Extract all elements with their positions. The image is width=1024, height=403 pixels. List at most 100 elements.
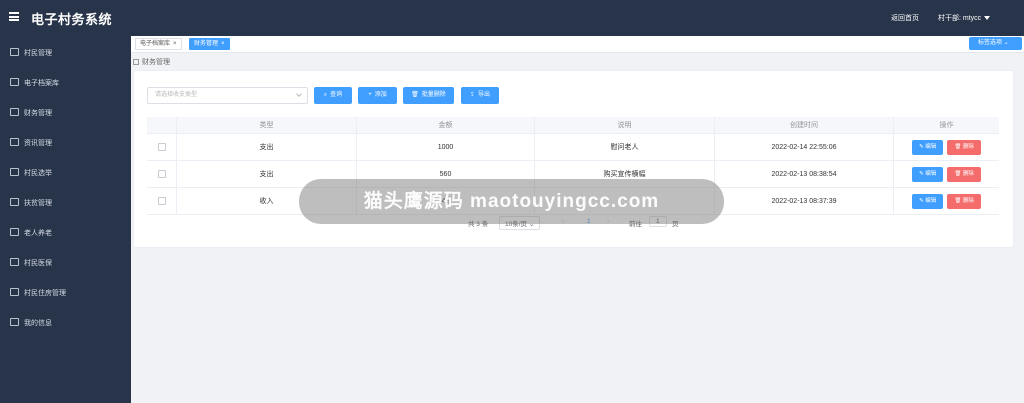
cell-created: 2022-02-13 08:37:39 — [715, 188, 894, 214]
edit-label: 编辑 — [925, 143, 937, 150]
edit-button[interactable]: ✎ 编辑 — [912, 139, 944, 155]
sidebar-item-my-info[interactable]: 我的信息 — [0, 307, 131, 337]
sidebar-item-label: 财务管理 — [24, 110, 52, 117]
delete-button[interactable]: 🗑 删除 — [947, 139, 981, 155]
column-header-created: 创建时间 — [715, 117, 894, 133]
tab-finance[interactable]: 财务管理 × — [189, 38, 230, 50]
batch-delete-button[interactable]: 🗑 批量删除 — [403, 87, 454, 104]
top-bar: 电子村务系统 返回首页 村干部: mtycc — [0, 0, 1024, 36]
close-icon[interactable]: × — [173, 41, 177, 47]
sidebar-item-insurance[interactable]: 村民医保 — [0, 247, 131, 277]
add-button[interactable]: + 添加 — [358, 87, 397, 104]
table-header: 类型 金额 说明 创建时间 操作 — [147, 117, 999, 134]
tab-archives[interactable]: 电子档案库 × — [135, 38, 182, 50]
row-checkbox-cell — [147, 134, 177, 160]
watermark-overlay: 猫头鹰源码 maotouyingcc.com — [299, 179, 724, 224]
type-select[interactable]: 请选择收支类型 — [147, 87, 308, 104]
batch-delete-label: 批量删除 — [421, 92, 446, 98]
sidebar: 村民管理 电子档案库 财务管理 资讯管理 村民选举 扶贫管理 老人养老 村民医保… — [0, 36, 131, 403]
type-select-placeholder: 请选择收支类型 — [155, 92, 198, 98]
medical-icon — [10, 258, 19, 266]
house-icon — [10, 288, 19, 296]
sidebar-item-villagers[interactable]: 村民管理 — [0, 37, 131, 67]
export-icon: ⇪ — [469, 92, 475, 98]
user-menu[interactable]: 村干部: mtycc — [938, 13, 991, 23]
tab-label: 电子档案库 — [140, 41, 171, 47]
plus-icon: + — [368, 92, 372, 98]
home-link[interactable]: 返回首页 — [891, 13, 919, 23]
user-icon — [10, 48, 19, 56]
sidebar-item-label: 村民住房管理 — [24, 290, 66, 297]
cell-actions: ✎ 编辑 🗑 删除 — [894, 161, 999, 187]
sidebar-item-label: 村民选举 — [24, 170, 52, 177]
column-header-actions: 操作 — [939, 122, 954, 129]
app-title: 电子村务系统 — [31, 12, 113, 27]
add-label: 添加 — [374, 92, 387, 98]
sidebar-item-label: 扶贫管理 — [24, 200, 52, 207]
cell-actions: ✎ 编辑 🗑 删除 — [894, 134, 999, 160]
column-header-type: 类型 — [177, 117, 357, 133]
sidebar-item-label: 资讯管理 — [24, 140, 52, 147]
sidebar-item-label: 村民管理 — [24, 50, 52, 57]
cell-actions: ✎ 编辑 🗑 删除 — [894, 188, 999, 214]
row-checkbox-cell — [147, 161, 177, 187]
breadcrumb-label: 财务管理 — [142, 59, 170, 66]
tabs-bar: 电子档案库 × 财务管理 × — [131, 36, 1024, 53]
sidebar-item-label: 老人养老 — [24, 230, 52, 237]
cell-created: 2022-02-14 22:55:06 — [715, 134, 894, 160]
caret-down-icon — [984, 16, 991, 21]
edit-label: 编辑 — [925, 170, 937, 177]
cell-created: 2022-02-13 08:38:54 — [715, 161, 894, 187]
menu-icon[interactable] — [9, 12, 19, 21]
sidebar-item-label: 电子档案库 — [24, 80, 59, 87]
edit-label: 编辑 — [925, 197, 937, 204]
vote-hand-icon — [10, 168, 19, 176]
column-header-amount: 金额 — [357, 117, 535, 133]
trash-icon: 🗑 — [411, 92, 419, 98]
delete-button[interactable]: 🗑 删除 — [947, 166, 981, 182]
delete-label: 删除 — [962, 170, 974, 177]
card-icon — [10, 228, 19, 236]
folder-icon — [10, 78, 19, 86]
delete-button[interactable]: 🗑 删除 — [947, 193, 981, 209]
row-checkbox[interactable] — [157, 143, 166, 151]
delete-label: 删除 — [962, 143, 974, 150]
sidebar-item-elderly[interactable]: 老人养老 — [0, 217, 131, 247]
sidebar-item-election[interactable]: 村民选举 — [0, 157, 131, 187]
row-checkbox-cell — [147, 188, 177, 214]
cell-type: 支出 — [177, 134, 357, 160]
sidebar-item-news[interactable]: 资讯管理 — [0, 127, 131, 157]
cell-amount: 1000 — [357, 134, 535, 160]
search-icon: ⌕ — [323, 92, 328, 98]
delete-label: 删除 — [962, 197, 974, 204]
column-header-note: 说明 — [535, 117, 715, 133]
chevron-down-icon — [296, 91, 302, 97]
export-label: 导出 — [478, 92, 491, 98]
sidebar-item-label: 村民医保 — [24, 260, 52, 267]
edit-button[interactable]: ✎ 编辑 — [912, 193, 944, 209]
user-label: 村干部: mtycc — [938, 15, 982, 22]
close-icon[interactable]: × — [221, 41, 225, 47]
query-label: 查询 — [330, 92, 343, 98]
tab-options-button[interactable]: 标签选项 ⌄ — [969, 37, 1022, 50]
document-icon — [10, 198, 19, 206]
row-checkbox[interactable] — [157, 170, 166, 178]
row-checkbox[interactable] — [157, 197, 166, 205]
cell-note: 慰问老人 — [535, 134, 715, 160]
sidebar-item-finance[interactable]: 财务管理 — [0, 97, 131, 127]
sidebar-item-poverty[interactable]: 扶贫管理 — [0, 187, 131, 217]
edit-button[interactable]: ✎ 编辑 — [912, 166, 944, 182]
table-row: 支出 1000 慰问老人 2022-02-14 22:55:06 ✎ 编辑 🗑 删… — [147, 134, 999, 161]
select-all-cell — [147, 117, 177, 133]
breadcrumb: 财务管理 — [133, 57, 170, 67]
breadcrumb-icon — [133, 59, 139, 65]
news-icon — [10, 138, 19, 146]
sidebar-item-label: 我的信息 — [24, 320, 52, 327]
export-button[interactable]: ⇪ 导出 — [461, 87, 499, 104]
sidebar-item-housing[interactable]: 村民住房管理 — [0, 277, 131, 307]
sidebar-item-archives[interactable]: 电子档案库 — [0, 67, 131, 97]
query-button[interactable]: ⌕ 查询 — [314, 87, 352, 104]
tab-label: 财务管理 — [194, 41, 219, 47]
profile-icon — [10, 318, 19, 326]
wallet-icon — [10, 108, 19, 116]
